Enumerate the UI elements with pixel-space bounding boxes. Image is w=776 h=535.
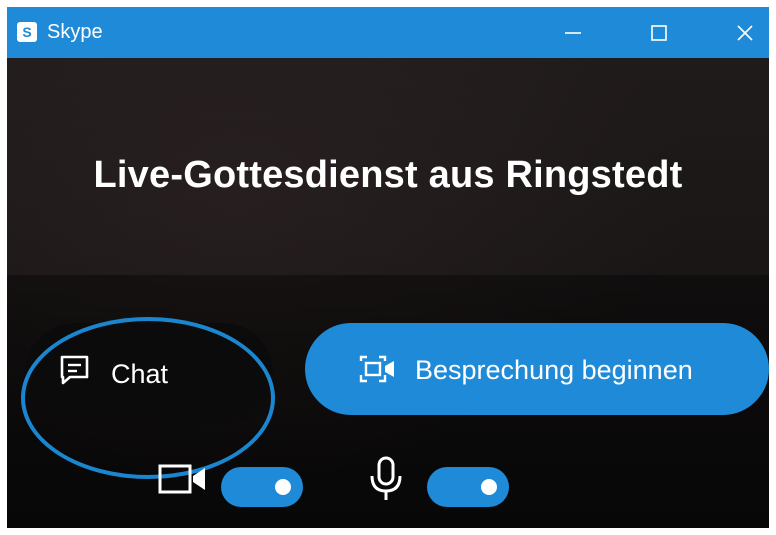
video-call-icon — [359, 355, 394, 383]
start-meeting-label: Besprechung beginnen — [415, 355, 693, 385]
close-button[interactable] — [719, 7, 769, 58]
microphone-icon — [370, 456, 402, 500]
camera-toggle-knob — [275, 479, 291, 495]
minimize-button[interactable] — [547, 7, 599, 58]
meeting-lobby: Live-Gottesdienst aus Ringstedt Chat Bes… — [7, 58, 769, 528]
minimize-icon — [565, 31, 581, 34]
microphone-toggle-knob — [481, 479, 497, 495]
microphone-toggle[interactable] — [427, 467, 509, 507]
start-meeting-button[interactable]: Besprechung beginnen — [305, 323, 769, 415]
maximize-icon — [651, 24, 667, 41]
skype-window: S Skype Live-Gottesdienst aus Ringstedt — [7, 7, 769, 528]
camera-icon — [158, 464, 205, 494]
chat-label: Chat — [111, 359, 169, 389]
camera-toggle[interactable] — [221, 467, 303, 507]
window-title: Skype — [47, 21, 103, 43]
skype-logo-icon: S — [17, 22, 37, 42]
meeting-title: Live-Gottesdienst aus Ringstedt — [93, 154, 683, 196]
title-bar: S Skype — [7, 7, 769, 58]
close-icon — [737, 24, 753, 41]
chat-button[interactable]: Chat — [25, 323, 273, 423]
maximize-button[interactable] — [633, 7, 685, 58]
chat-icon — [60, 355, 89, 385]
